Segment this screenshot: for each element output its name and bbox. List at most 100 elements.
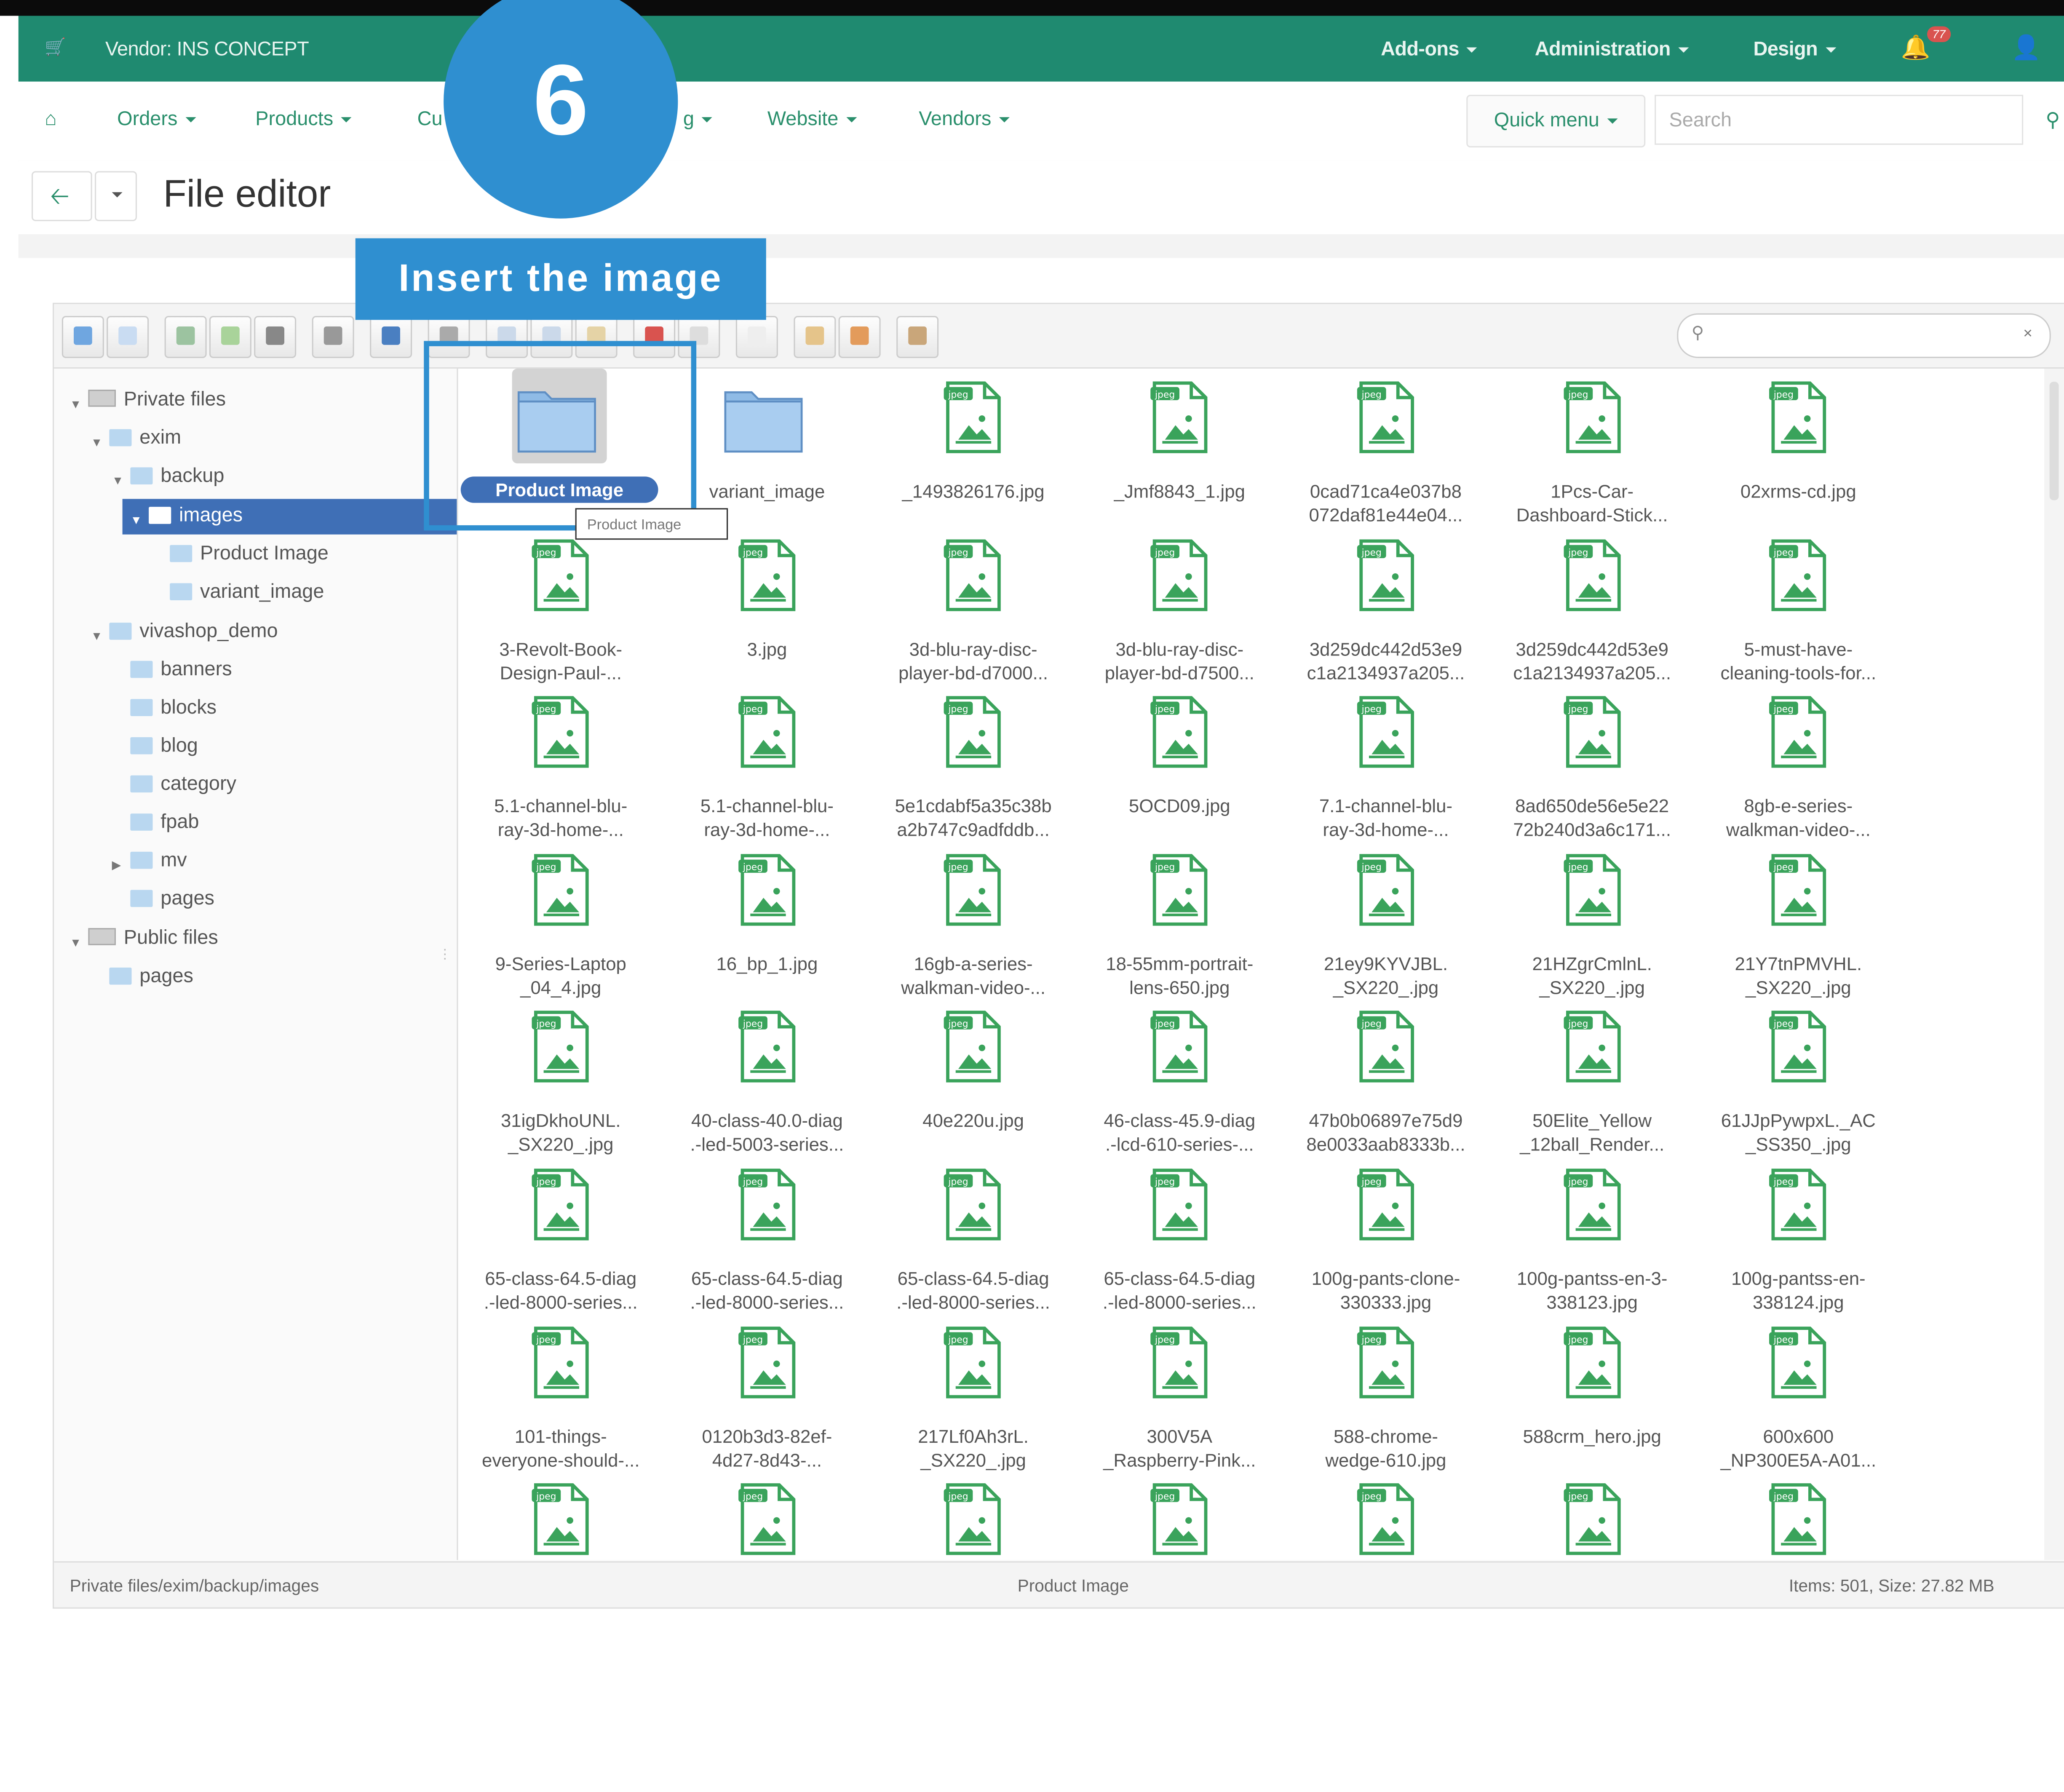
file-tile[interactable]: jpeg 8ad650de56e5e22 72b240d3a6c171...	[1489, 683, 1695, 841]
file-tile[interactable]: jpeg 300V5A _Raspberry-Pink...	[1077, 1313, 1283, 1471]
file-search-input[interactable]: ⚲ ×	[1677, 313, 2051, 358]
file-tile[interactable]: jpeg 100g-pantss-en-3- 338123.jpg	[1489, 1156, 1695, 1314]
menu-design[interactable]: Design	[1754, 38, 1836, 61]
menu-addons[interactable]: Add-ons	[1381, 38, 1478, 61]
file-tile[interactable]: jpeg 3d-blu-ray-disc- player-bd-d7000...	[871, 526, 1076, 684]
tree-category[interactable]: category	[130, 773, 236, 802]
tree-public-files[interactable]: Public files	[88, 927, 218, 956]
back-button[interactable]: 🡠	[32, 171, 92, 221]
expand-icon[interactable]: ▶	[112, 859, 121, 873]
file-tile[interactable]: jpeg	[1696, 1471, 1901, 1560]
nav-products[interactable]: Products	[255, 108, 352, 130]
file-tile[interactable]: jpeg 5-must-have- cleaning-tools-for...	[1696, 526, 1901, 684]
tree-images[interactable]: images	[149, 504, 243, 533]
file-tile[interactable]: jpeg 5.1-channel-blu- ray-3d-home-...	[664, 683, 870, 841]
file-tile[interactable]: jpeg 3.jpg	[664, 526, 870, 684]
clear-icon[interactable]: ×	[2023, 324, 2032, 342]
file-tile[interactable]: jpeg	[1077, 1471, 1283, 1560]
file-tile[interactable]: jpeg 1Pcs-Car- Dashboard-Stick...	[1489, 369, 1695, 527]
tree-blog[interactable]: blog	[130, 735, 198, 764]
file-tile[interactable]: jpeg 46-class-45.9-diag .-lcd-610-series-…	[1077, 998, 1283, 1156]
file-tile[interactable]: jpeg 47b0b06897e75d9 8e0033aab8333b...	[1283, 998, 1489, 1156]
search-input[interactable]: Search	[1655, 95, 2024, 145]
home-icon[interactable]: ⌂	[45, 108, 56, 130]
tree-mv[interactable]: mv	[130, 849, 187, 878]
collapse-icon[interactable]: ▼	[112, 474, 124, 487]
collapse-icon[interactable]: ▼	[70, 398, 82, 411]
file-tile[interactable]: jpeg 65-class-64.5-diag .-led-8000-series…	[1077, 1156, 1283, 1314]
file-tile[interactable]: jpeg 18-55mm-portrait- lens-650.jpg	[1077, 841, 1283, 999]
nav-marketing[interactable]: g	[683, 108, 713, 130]
user-icon[interactable]: 👤	[2011, 34, 2041, 62]
tree-vivashop-demo[interactable]: vivashop_demo	[109, 620, 278, 649]
nav-website[interactable]: Website	[767, 108, 857, 130]
file-tile[interactable]: jpeg 100g-pants-clone- 330333.jpg	[1283, 1156, 1489, 1314]
collapse-icon[interactable]: ▼	[70, 936, 82, 949]
file-tile[interactable]: jpeg	[871, 1471, 1076, 1560]
bell-icon[interactable]: 🔔	[1901, 34, 1930, 62]
file-tile[interactable]: jpeg 40-class-40.0-diag .-led-5003-series…	[664, 998, 870, 1156]
file-tile[interactable]: jpeg 65-class-64.5-diag .-led-8000-series…	[871, 1156, 1076, 1314]
search-icon[interactable]: ⚲	[2045, 108, 2060, 131]
toolbar-info-button[interactable]	[370, 316, 412, 358]
scrollbar-thumb[interactable]	[2049, 382, 2059, 500]
file-tile[interactable]: jpeg _1493826176.jpg	[871, 369, 1076, 527]
file-tile[interactable]: jpeg 0120b3d3-82ef- 4d27-8d43-...	[664, 1313, 870, 1471]
file-tile[interactable]: jpeg 02xrms-cd.jpg	[1696, 369, 1901, 527]
file-tile[interactable]: jpeg 7.1-channel-blu- ray-3d-home-...	[1283, 683, 1489, 841]
file-tile[interactable]: jpeg 100g-pantss-en- 338124.jpg	[1696, 1156, 1901, 1314]
file-tile[interactable]: jpeg 16_bp_1.jpg	[664, 841, 870, 999]
file-tile[interactable]: jpeg 8gb-e-series- walkman-video-...	[1696, 683, 1901, 841]
toolbar-save-button[interactable]	[254, 316, 297, 358]
tree-backup[interactable]: backup	[130, 465, 224, 494]
file-tile[interactable]: jpeg 0cad71ca4e037b8 072daf81e44e04...	[1283, 369, 1489, 527]
file-tile[interactable]: jpeg 5e1cdabf5a35c38b a2b747c9adfddb...	[871, 683, 1076, 841]
file-tile[interactable]: jpeg 600x600 _NP300E5A-A01...	[1696, 1313, 1901, 1471]
toolbar-forward-button[interactable]	[107, 316, 149, 358]
toolbar-rename-button[interactable]	[735, 316, 778, 358]
toolbar-upload-button[interactable]	[209, 316, 251, 358]
file-tile[interactable]: jpeg 65-class-64.5-diag .-led-8000-series…	[664, 1156, 870, 1314]
file-tile[interactable]: jpeg 21HZgrCmlnL. _SX220_.jpg	[1489, 841, 1695, 999]
vendor-name[interactable]: Vendor: INS CONCEPT	[105, 38, 309, 61]
file-tile[interactable]: jpeg 3d259dc442d53e9 c1a2134937a205...	[1283, 526, 1489, 684]
file-tile[interactable]: jpeg 61JJpPywpxL._AC _SS350_.jpg	[1696, 998, 1901, 1156]
file-tile[interactable]: jpeg 50Elite_Yellow _12ball_Render...	[1489, 998, 1695, 1156]
toolbar-view-list-button[interactable]	[896, 316, 939, 358]
nav-vendors[interactable]: Vendors	[919, 108, 1010, 130]
file-tile[interactable]: jpeg	[1489, 1471, 1695, 1560]
file-tile[interactable]: jpeg 5.1-channel-blu- ray-3d-home-...	[458, 683, 664, 841]
collapse-icon[interactable]: ▼	[91, 629, 103, 642]
tree-public-pages[interactable]: pages	[109, 965, 193, 994]
file-tile[interactable]: jpeg 101-things- everyone-should-...	[458, 1313, 664, 1471]
toolbar-up-button[interactable]	[164, 316, 207, 358]
tree-exim[interactable]: exim	[109, 427, 181, 456]
file-tile[interactable]: jpeg	[664, 1471, 870, 1560]
tree-variant-image[interactable]: variant_image	[170, 580, 324, 610]
file-tile[interactable]: jpeg 588crm_hero.jpg	[1489, 1313, 1695, 1471]
tree-fpab[interactable]: fpab	[130, 811, 199, 840]
nav-orders[interactable]: Orders	[117, 108, 196, 130]
file-tile[interactable]: jpeg 3d259dc442d53e9 c1a2134937a205...	[1489, 526, 1695, 684]
file-tile[interactable]: jpeg 40e220u.jpg	[871, 998, 1076, 1156]
file-tile[interactable]: jpeg 16gb-a-series- walkman-video-...	[871, 841, 1076, 999]
file-tile[interactable]: jpeg 21Y7tnPMVHL. _SX220_.jpg	[1696, 841, 1901, 999]
resize-handle[interactable]: ⋮	[438, 948, 452, 962]
history-dropdown[interactable]	[95, 171, 137, 221]
file-tile[interactable]: jpeg 65-class-64.5-diag .-led-8000-series…	[458, 1156, 664, 1314]
quick-menu-button[interactable]: Quick menu	[1466, 95, 1646, 147]
tree-banners[interactable]: banners	[130, 658, 232, 687]
tree-pages[interactable]: pages	[130, 887, 214, 916]
menu-administration[interactable]: Administration	[1535, 38, 1689, 61]
file-tile[interactable]: jpeg 21ey9KYVJBL. _SX220_.jpg	[1283, 841, 1489, 999]
tree-blocks[interactable]: blocks	[130, 696, 217, 725]
toolbar-back-button[interactable]	[61, 316, 104, 358]
file-tile[interactable]: jpeg	[1283, 1471, 1489, 1560]
file-tile[interactable]: jpeg 3d-blu-ray-disc- player-bd-d7500...	[1077, 526, 1283, 684]
file-tile[interactable]: jpeg _Jmf8843_1.jpg	[1077, 369, 1283, 527]
tree-private-files[interactable]: Private files	[88, 388, 226, 417]
file-tile[interactable]: jpeg 31igDkhoUNL. _SX220_.jpg	[458, 998, 664, 1156]
toolbar-archive-button[interactable]	[838, 316, 881, 358]
grid-scrollbar[interactable]	[2044, 369, 2064, 1560]
file-tile[interactable]: jpeg 5OCD09.jpg	[1077, 683, 1283, 841]
